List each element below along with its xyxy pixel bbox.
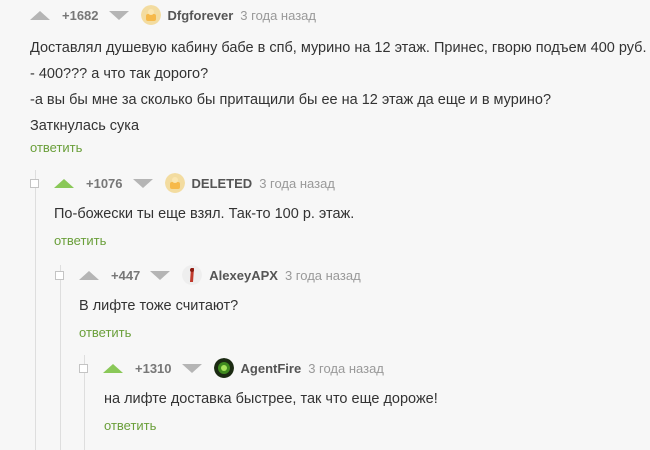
downvote-icon[interactable] bbox=[181, 363, 202, 373]
avatar[interactable] bbox=[213, 358, 234, 378]
comment-line: В лифте тоже считают? bbox=[79, 298, 239, 314]
comment-header: +447 AlexeyAPX 3 года назад bbox=[55, 263, 361, 287]
thread-line bbox=[60, 265, 61, 450]
upvote-icon[interactable] bbox=[30, 10, 50, 20]
comment-line: -а вы бы мне за сколько бы притащили бы … bbox=[30, 92, 552, 108]
comment-body: По-божески ты еще взял. Так-то 100 р. эт… bbox=[54, 201, 354, 227]
comment-body: В лифте тоже считают? bbox=[79, 293, 238, 319]
reply-link[interactable]: ответить bbox=[79, 325, 131, 340]
upvote-icon[interactable] bbox=[54, 178, 74, 188]
comment-score: +1076 bbox=[86, 175, 123, 191]
comment-body: на лифте доставка быстрее, так что еще д… bbox=[104, 386, 438, 412]
username[interactable]: AlexeyAPX bbox=[209, 268, 278, 283]
reply-link[interactable]: ответить bbox=[104, 418, 156, 433]
comment-time: 3 года назад bbox=[240, 7, 316, 23]
reply-link[interactable]: ответить bbox=[54, 233, 106, 248]
avatar[interactable] bbox=[140, 5, 161, 25]
username[interactable]: DELETED bbox=[192, 176, 253, 191]
upvote-icon[interactable] bbox=[103, 363, 123, 373]
comment-line: Заткнулась сука bbox=[30, 118, 140, 134]
downvote-icon[interactable] bbox=[132, 178, 153, 188]
comment-time: 3 года назад bbox=[308, 360, 384, 376]
comment-line: - 400??? а что так дорого? bbox=[30, 66, 209, 82]
comment-line: на лифте доставка быстрее, так что еще д… bbox=[104, 391, 438, 407]
comment-score: +1682 bbox=[62, 7, 99, 23]
comment-body: Доставлял душевую кабину бабе в спб, мур… bbox=[30, 35, 647, 139]
collapse-toggle[interactable] bbox=[79, 363, 88, 373]
comment-time: 3 года назад bbox=[259, 175, 335, 191]
collapse-toggle[interactable] bbox=[30, 178, 39, 188]
reply-link[interactable]: ответить bbox=[30, 140, 82, 155]
comment-header: +1076 DELETED 3 года назад bbox=[30, 171, 335, 195]
downvote-icon[interactable] bbox=[108, 10, 129, 20]
thread-line bbox=[35, 170, 36, 450]
comment-header: +1310 AgentFire 3 года назад bbox=[79, 356, 384, 380]
comment-line: По-божески ты еще взял. Так-то 100 р. эт… bbox=[54, 206, 355, 222]
avatar[interactable] bbox=[182, 265, 203, 285]
comment-line: Доставлял душевую кабину бабе в спб, мур… bbox=[30, 40, 647, 56]
username[interactable]: Dfgforever bbox=[168, 8, 234, 23]
username[interactable]: AgentFire bbox=[241, 361, 302, 376]
collapse-toggle[interactable] bbox=[55, 270, 64, 280]
comment-header: +1682 Dfgforever 3 года назад bbox=[30, 3, 316, 27]
comment-time: 3 года назад bbox=[284, 267, 361, 283]
comment-score: +1310 bbox=[135, 360, 172, 376]
comment-score: +447 bbox=[111, 267, 141, 283]
downvote-icon[interactable] bbox=[150, 270, 171, 280]
avatar[interactable] bbox=[164, 173, 185, 193]
upvote-icon[interactable] bbox=[79, 270, 99, 280]
